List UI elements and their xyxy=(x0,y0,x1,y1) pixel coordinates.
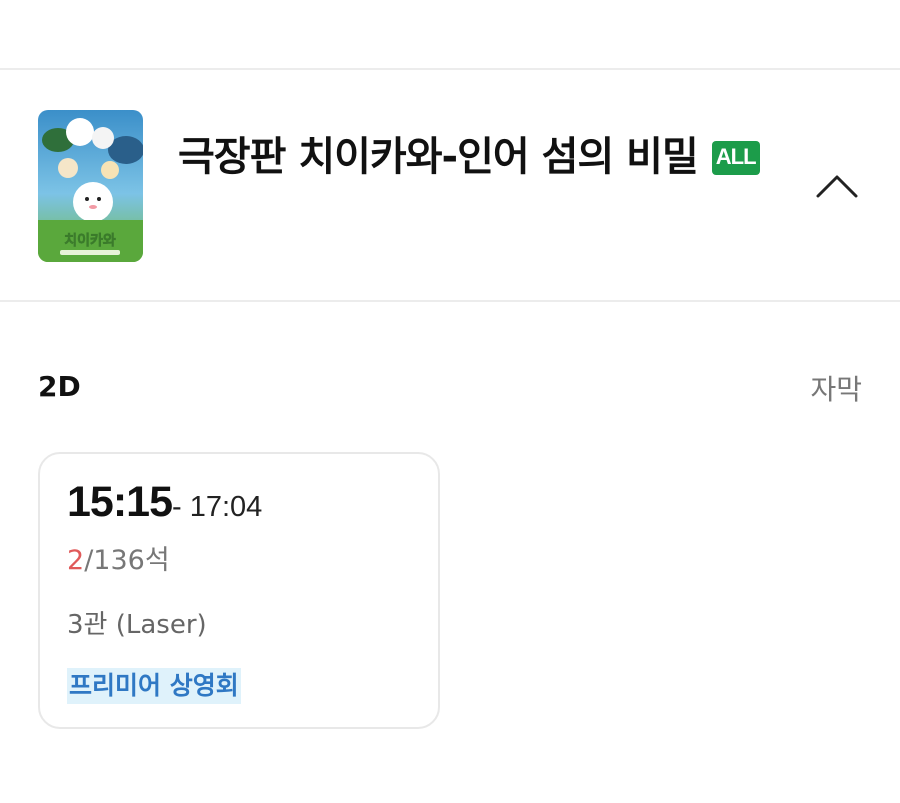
movie-title-block: 극장판 치이카와-인어 섬의 비밀 ALL xyxy=(178,130,778,184)
movie-title: 극장판 치이카와-인어 섬의 비밀 xyxy=(178,134,699,180)
start-time: 15:15 xyxy=(67,478,173,526)
seats-total: /136석 xyxy=(84,545,170,576)
movie-header[interactable]: 치이카와 극장판 치이카와-인어 섬의 비밀 ALL xyxy=(0,70,900,300)
seats-available: 2 xyxy=(67,545,85,576)
subtitle-label: 자막 xyxy=(810,373,862,406)
premiere-tag: 프리미어 상영회 xyxy=(67,668,241,704)
poster-image: 치이카와 xyxy=(38,110,143,262)
end-time: - 17:04 xyxy=(171,491,263,523)
screen-format-label: 2D xyxy=(38,370,81,403)
section-divider xyxy=(0,300,900,302)
collapse-button[interactable] xyxy=(812,166,862,206)
rating-badge: ALL xyxy=(711,141,760,175)
poster-logo-text: 치이카와 xyxy=(64,232,116,249)
movie-poster[interactable]: 치이카와 xyxy=(38,110,143,262)
chevron-up-icon xyxy=(816,175,858,198)
time-row: 15:15- 17:04 xyxy=(67,478,262,527)
seat-count: 2/136석 xyxy=(67,538,170,577)
hall-label: 3관 (Laser) xyxy=(67,610,207,640)
showtime-card[interactable]: 15:15- 17:04 2/136석 3관 (Laser) 프리미어 상영회 xyxy=(38,452,440,729)
